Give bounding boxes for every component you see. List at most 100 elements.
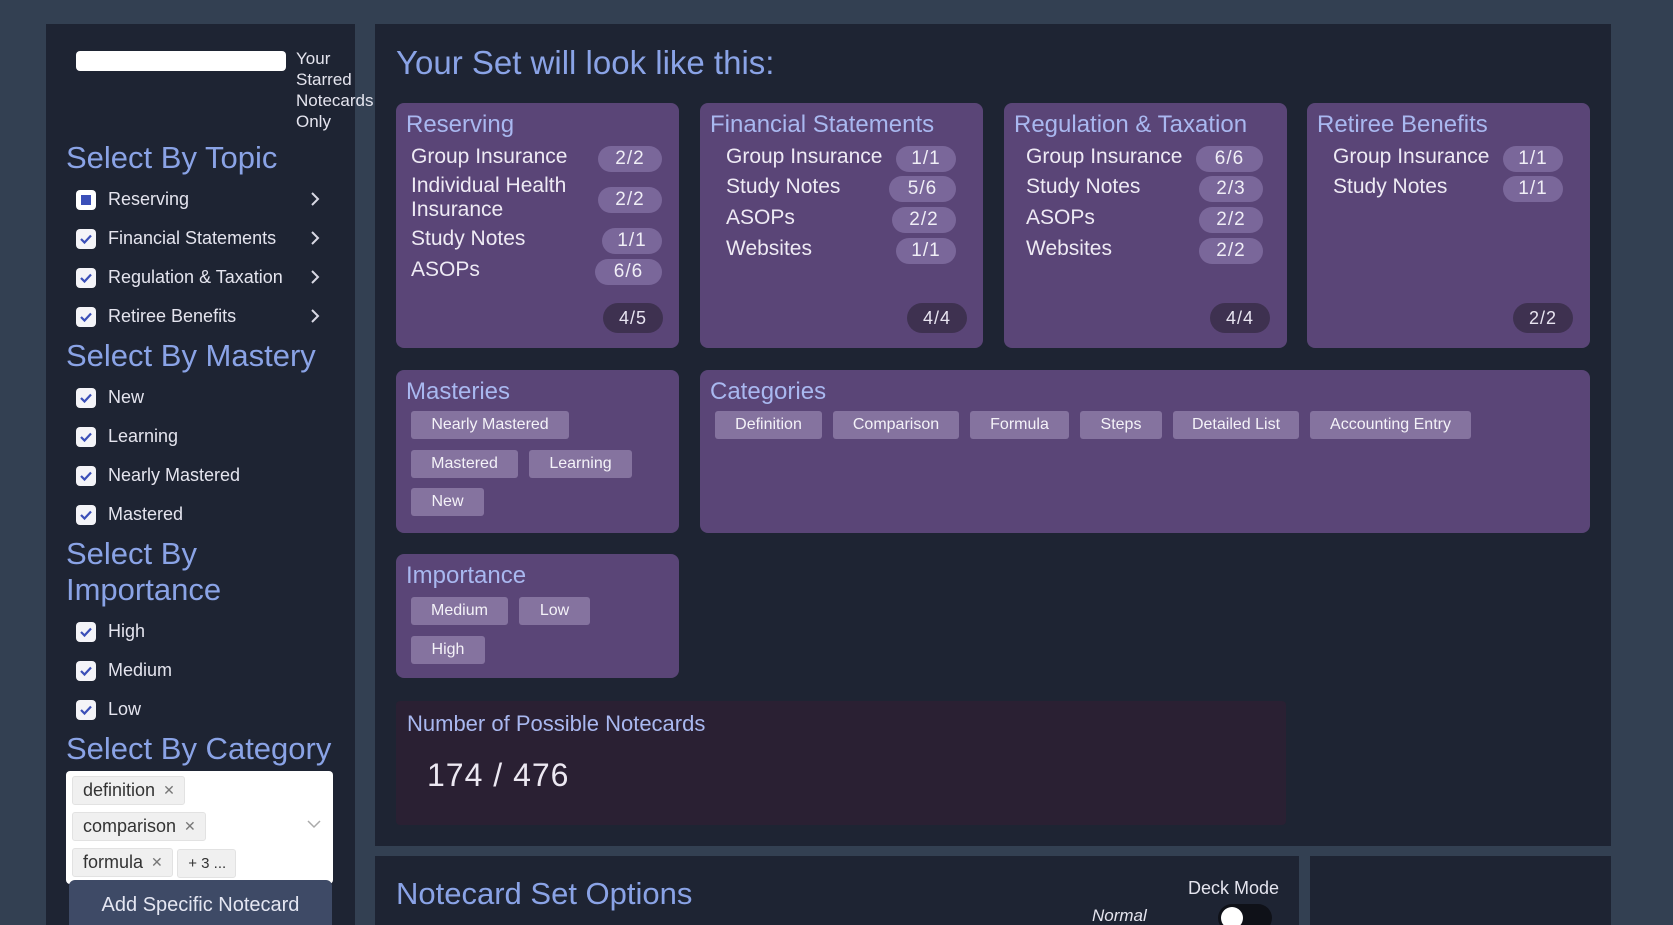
mastery-section-title: Select By Mastery: [66, 338, 316, 373]
card-title: Regulation & Taxation: [1014, 111, 1248, 138]
checked-checkbox[interactable]: [76, 621, 96, 642]
card-row-label: Websites: [1026, 237, 1112, 260]
chevron-right-icon[interactable]: [309, 191, 321, 207]
category-chip: Steps: [1080, 411, 1162, 439]
importance-chip: High: [411, 636, 485, 664]
category-tag[interactable]: definition ✕: [72, 776, 185, 805]
checked-checkbox[interactable]: [76, 660, 96, 681]
topic-retiree-benefits[interactable]: Retiree Benefits: [66, 297, 335, 336]
mastery-chip: New: [411, 488, 484, 516]
mastery-mastered[interactable]: Mastered: [66, 495, 335, 534]
topic-financial-statements[interactable]: Financial Statements: [66, 219, 335, 258]
mastery-learning[interactable]: Learning: [66, 417, 335, 456]
card-title: Importance: [406, 562, 527, 589]
mastery-chip: Mastered: [411, 450, 518, 478]
checked-checkbox[interactable]: [76, 699, 96, 720]
checked-checkbox[interactable]: [76, 267, 96, 288]
count-value: 174 / 476: [427, 757, 570, 793]
notecard-set-options-panel: Notecard Set Options Deck Mode Normal: [375, 856, 1299, 925]
filter-sidebar: Your Starred Notecards Only Select By To…: [46, 24, 373, 925]
card-row-label: Study Notes: [1026, 175, 1141, 198]
deck-mode-toggle[interactable]: [1218, 904, 1272, 925]
card-row-label: Group Insurance: [411, 145, 568, 168]
importance-high[interactable]: High: [66, 612, 335, 651]
topic-label: Regulation & Taxation: [108, 267, 283, 287]
remove-tag-icon[interactable]: ✕: [184, 818, 196, 835]
count-pill: 2/2: [598, 146, 662, 172]
card-row-label: ASOPs: [411, 258, 480, 281]
mastery-label: New: [108, 387, 145, 407]
category-chip: Definition: [715, 411, 822, 439]
count-pill: 1/1: [602, 228, 662, 254]
count-pill: 1/1: [1503, 146, 1563, 172]
deck-mode-label: Deck Mode: [1187, 878, 1279, 898]
chevron-down-icon[interactable]: [307, 819, 321, 829]
mastery-new[interactable]: New: [66, 378, 335, 417]
importance-card: Importance Medium Low High: [396, 554, 679, 678]
category-tag[interactable]: comparison ✕: [72, 812, 206, 841]
more-tags-badge[interactable]: + 3 ...: [177, 849, 237, 878]
topic-card-regulation-taxation: Regulation & Taxation Group Insurance 6/…: [1004, 103, 1287, 348]
importance-label: Low: [108, 699, 142, 719]
right-side-panel: [1310, 856, 1611, 925]
category-chip: Formula: [970, 411, 1069, 439]
card-row-label: Websites: [726, 237, 812, 260]
card-title: Masteries: [406, 378, 511, 405]
checked-checkbox[interactable]: [76, 387, 96, 408]
count-title: Number of Possible Notecards: [407, 711, 706, 736]
importance-section-title: Select By Importance: [66, 536, 222, 607]
topic-label: Retiree Benefits: [108, 306, 237, 326]
card-row-label: Group Insurance: [1026, 145, 1183, 168]
starred-only-option[interactable]: Your Starred Notecards Only: [66, 48, 373, 132]
card-title: Retiree Benefits: [1317, 111, 1488, 138]
topic-section-title: Select By Topic: [66, 140, 278, 175]
checked-checkbox[interactable]: [76, 465, 96, 486]
mastery-nearly-mastered[interactable]: Nearly Mastered: [66, 456, 335, 495]
remove-tag-icon[interactable]: ✕: [163, 782, 175, 799]
add-specific-notecard-button[interactable]: Add Specific Notecard: [69, 880, 332, 925]
mastery-label: Mastered: [108, 504, 184, 524]
remove-tag-icon[interactable]: ✕: [151, 854, 163, 871]
category-multiselect[interactable]: definition ✕ comparison ✕ formula ✕ + 3 ...: [66, 771, 333, 884]
category-chip: Comparison: [833, 411, 959, 439]
topic-card-retiree-benefits: Retiree Benefits Group Insurance 1/1 Stu…: [1307, 103, 1590, 348]
toggle-knob: [1221, 907, 1243, 925]
total-pill: 4/5: [603, 303, 663, 333]
count-pill: 2/2: [1199, 207, 1263, 233]
topic-card-financial-statements: Financial Statements Group Insurance 1/1…: [700, 103, 983, 348]
count-pill: 1/1: [896, 146, 956, 172]
topic-label: Reserving: [108, 189, 190, 209]
card-row-label: Study Notes: [1333, 175, 1448, 198]
card-row-label: ASOPs: [726, 206, 795, 229]
topic-regulation-taxation[interactable]: Regulation & Taxation: [66, 258, 335, 297]
topic-reserving[interactable]: Reserving: [66, 180, 335, 219]
importance-low[interactable]: Low: [66, 690, 335, 729]
count-pill: 6/6: [595, 259, 662, 285]
chevron-right-icon[interactable]: [309, 230, 321, 246]
total-pill: 4/4: [907, 303, 967, 333]
checked-checkbox[interactable]: [76, 426, 96, 447]
possible-notecards-box: Number of Possible Notecards 174 / 476: [396, 701, 1286, 825]
category-tag[interactable]: formula ✕: [72, 848, 173, 877]
importance-medium[interactable]: Medium: [66, 651, 335, 690]
checked-checkbox[interactable]: [76, 306, 96, 327]
mastery-chip: Nearly Mastered: [411, 411, 569, 439]
chevron-right-icon[interactable]: [309, 269, 321, 285]
chevron-right-icon[interactable]: [309, 308, 321, 324]
starred-checkbox[interactable]: [76, 51, 286, 71]
card-row-label: Individual Health Insurance: [411, 174, 567, 221]
card-title: Reserving: [406, 111, 515, 138]
count-pill: 2/3: [1199, 176, 1263, 202]
set-preview-panel: Your Set will look like this: Reserving …: [375, 24, 1611, 846]
masteries-card: Masteries Nearly Mastered Mastered Learn…: [396, 370, 679, 533]
total-pill: 2/2: [1513, 303, 1573, 333]
checked-checkbox[interactable]: [76, 504, 96, 525]
count-pill: 6/6: [1196, 146, 1263, 172]
topic-label: Financial Statements: [108, 228, 277, 248]
card-row-label: ASOPs: [1026, 206, 1095, 229]
starred-label: Your Starred Notecards Only: [296, 49, 374, 131]
partial-checkbox[interactable]: [76, 189, 96, 210]
checked-checkbox[interactable]: [76, 228, 96, 249]
card-row-label: Group Insurance: [726, 145, 883, 168]
total-pill: 4/4: [1210, 303, 1270, 333]
